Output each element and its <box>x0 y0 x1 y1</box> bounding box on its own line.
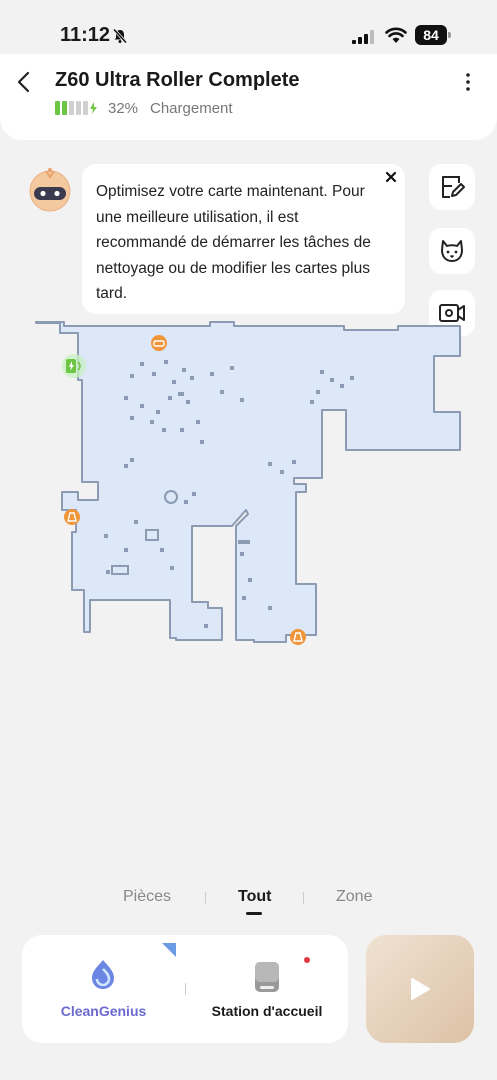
battery-indicator: 84 <box>415 25 451 45</box>
battery-cap <box>448 32 451 38</box>
wifi-icon <box>385 27 407 43</box>
device-header: Z60 Ultra Roller Complete 32% Chargement <box>0 54 497 140</box>
battery-level: 84 <box>415 25 447 45</box>
floor-map[interactable] <box>0 318 497 658</box>
tab-all[interactable]: Tout <box>238 888 271 906</box>
charging-battery-icon <box>55 101 97 115</box>
robot-assistant-icon <box>29 168 71 212</box>
dock-station-button[interactable]: Station d'accueil <box>186 935 348 1043</box>
notification-dot <box>304 957 310 963</box>
optimize-map-tip: Optimisez votre carte maintenant. Pour u… <box>82 164 405 314</box>
clean-genius-button[interactable]: CleanGenius <box>22 935 185 1043</box>
active-tab-indicator <box>246 912 262 915</box>
map-mode-tabs: Pièces Tout Zone <box>0 884 497 924</box>
play-icon <box>411 978 430 1000</box>
edit-map-button[interactable] <box>429 164 475 210</box>
more-options-icon[interactable] <box>460 72 476 92</box>
bottom-actions-card: CleanGenius Station d'accueil <box>22 935 348 1043</box>
dock-station-label: Station d'accueil <box>211 1003 323 1019</box>
status-bar: 11:12 84 <box>0 0 497 62</box>
tab-rooms[interactable]: Pièces <box>123 888 171 906</box>
status-time: 11:12 <box>60 24 111 46</box>
battery-percent: 32% <box>108 100 139 117</box>
bell-muted-icon <box>112 28 128 44</box>
back-arrow-icon[interactable] <box>14 70 34 94</box>
pet-icon <box>441 240 463 262</box>
clean-genius-icon <box>92 960 114 989</box>
map-floor-area <box>35 321 461 643</box>
dock-station-icon <box>255 962 279 992</box>
edit-map-icon <box>442 176 465 198</box>
close-icon[interactable] <box>384 170 398 184</box>
charging-status: Chargement <box>150 100 233 117</box>
corner-flag-icon <box>162 943 176 957</box>
start-cleaning-button[interactable] <box>366 935 474 1043</box>
tab-divider <box>303 892 304 904</box>
tab-zone[interactable]: Zone <box>336 888 372 906</box>
cell-signal-icon <box>352 30 374 44</box>
tab-divider <box>205 892 206 904</box>
carpet-marker-icon[interactable] <box>290 629 306 645</box>
map-furniture <box>238 540 250 544</box>
carpet-marker-icon[interactable] <box>64 509 80 525</box>
charging-dock-icon[interactable] <box>62 354 86 378</box>
device-title: Z60 Ultra Roller Complete <box>55 69 300 91</box>
pet-mode-button[interactable] <box>429 228 475 274</box>
tip-text: Optimisez votre carte maintenant. Pour u… <box>96 183 371 302</box>
clean-genius-label: CleanGenius <box>60 1003 147 1019</box>
sofa-marker-icon[interactable] <box>151 335 167 351</box>
